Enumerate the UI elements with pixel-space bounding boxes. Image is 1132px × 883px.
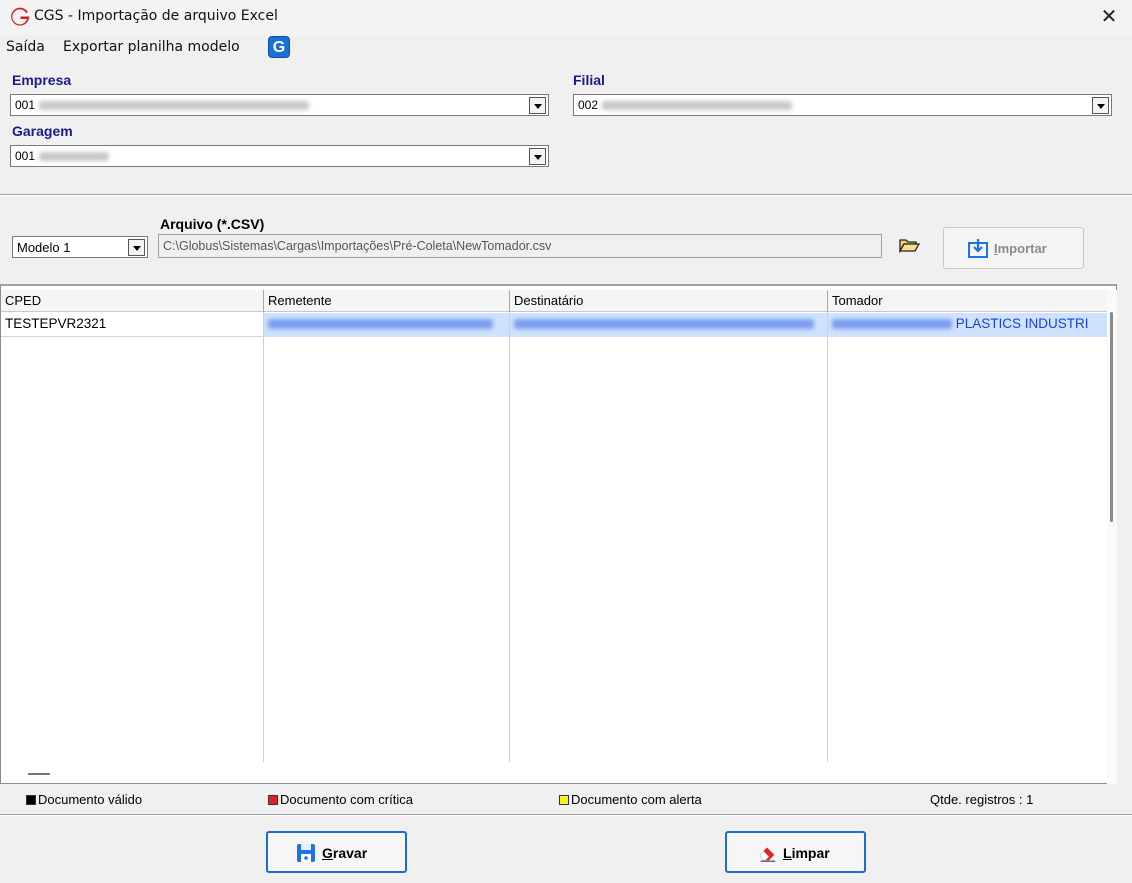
yellow-square-icon [559,795,569,805]
window-title: CGS - Importação de arquivo Excel [34,8,278,24]
save-label: ravar [332,845,368,861]
legend-critical-label: Documento com crítica [280,792,413,807]
tomador-redacted [832,319,952,330]
cell-cped: TESTEPVR2321 [5,316,107,331]
cell-tomador: PLASTICS INDUSTRI [828,313,1107,337]
table-row[interactable]: TESTEPVR2321 PLASTICS INDUSTRI [1,313,1107,337]
chevron-down-icon[interactable] [529,97,546,114]
tomador-visible-text: PLASTICS INDUSTRI [955,316,1089,331]
app-logo-icon [11,7,29,26]
horizontal-scrollbar-thumb[interactable] [28,773,50,775]
menu-bar: Saída Exportar planilha modelo [0,34,1132,60]
eraser-icon [759,847,776,862]
column-divider [509,312,510,762]
clear-label: impar [791,845,830,861]
chevron-down-icon[interactable] [529,148,546,165]
import-label: mportar [997,241,1047,256]
file-path-value: C:\Globus\Sistemas\Cargas\Importações\Pr… [163,239,552,253]
column-header-tomador[interactable]: Tomador [828,290,1107,312]
separator [0,814,1132,816]
scrollbar-thumb[interactable] [1110,312,1113,522]
destinatario-redacted [514,319,814,330]
import-button[interactable]: Importar [943,227,1084,269]
file-path-field[interactable]: C:\Globus\Sistemas\Cargas\Importações\Pr… [158,234,882,258]
title-bar: CGS - Importação de arquivo Excel ✕ [0,0,1132,34]
legend-critical: Documento com crítica [268,792,413,807]
grid-header: CPED Remetente Destinatário Tomador [1,290,1107,312]
column-header-cped[interactable]: CPED [1,290,264,312]
empresa-name-redacted [39,101,310,111]
chevron-down-icon[interactable] [1092,97,1109,114]
garagem-select[interactable]: 001 [10,145,549,167]
filial-select[interactable]: 002 [573,94,1112,116]
filial-name-redacted [602,101,793,111]
records-grid[interactable]: CPED Remetente Destinatário Tomador TEST… [0,284,1117,784]
legend-valid-label: Documento válido [38,792,143,807]
garagem-label: Garagem [12,123,73,139]
model-value: Modelo 1 [17,240,71,255]
column-header-remetente[interactable]: Remetente [264,290,510,312]
column-divider [263,312,264,762]
garagem-code: 001 [15,149,36,163]
column-header-destinatario[interactable]: Destinatário [510,290,828,312]
filial-label: Filial [573,72,605,88]
legend-alert: Documento com alerta [559,792,702,807]
empresa-select[interactable]: 001 [10,94,549,116]
legend-alert-label: Documento com alerta [571,792,702,807]
remetente-redacted [268,319,493,330]
red-square-icon [268,795,278,805]
close-button[interactable]: ✕ [1086,0,1132,34]
cell-remetente [264,313,509,337]
file-label: Arquivo (*.CSV) [160,216,265,232]
folder-open-icon[interactable] [898,236,920,254]
empresa-code: 001 [15,98,36,112]
close-icon: ✕ [1100,6,1118,28]
column-divider [827,312,828,762]
clear-button[interactable]: Limpar [725,831,866,873]
black-square-icon [26,795,36,805]
filial-code: 002 [578,98,599,112]
menu-item-exportar-planilha-modelo[interactable]: Exportar planilha modelo [63,39,240,55]
separator [0,194,1132,196]
chevron-down-icon[interactable] [128,239,145,256]
clear-mnemonic: L [783,845,792,861]
import-icon [968,239,988,258]
record-count: Qtde. registros : 1 [930,792,1034,807]
legend-valid: Documento válido [26,792,142,807]
garagem-name-redacted [39,152,110,162]
model-select[interactable]: Modelo 1 [12,236,148,258]
vertical-scrollbar[interactable] [1107,290,1117,784]
empresa-label: Empresa [12,72,72,88]
globus-icon[interactable]: G [268,36,290,58]
cell-destinatario [510,313,827,337]
save-button[interactable]: Gravar [266,831,407,873]
save-mnemonic: G [322,845,333,861]
menu-item-saida[interactable]: Saída [6,39,45,55]
floppy-disk-icon [297,844,315,862]
